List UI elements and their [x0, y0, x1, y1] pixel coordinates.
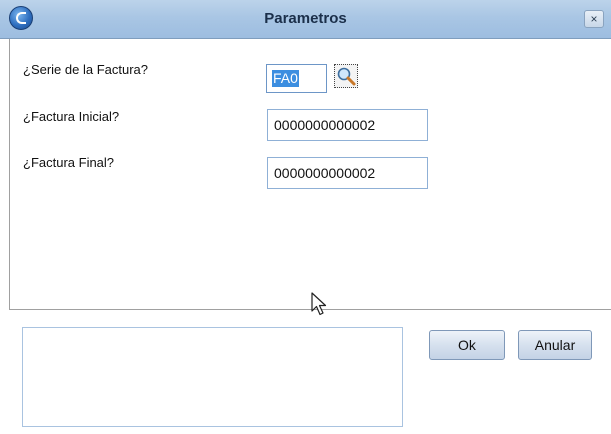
window-title: Parametros — [264, 10, 347, 27]
factura-final-label: ¿Factura Final? — [23, 155, 115, 170]
search-lookup-button[interactable] — [334, 64, 358, 88]
mouse-cursor-icon — [311, 292, 327, 316]
serie-input[interactable]: FA0 — [266, 64, 327, 93]
factura-inicial-label: ¿Factura Inicial? — [23, 109, 120, 124]
serie-input-value: FA0 — [272, 70, 299, 87]
close-icon[interactable]: × — [584, 10, 604, 28]
factura-inicial-input[interactable]: 0000000000002 — [267, 109, 428, 141]
parametros-dialog: Parametros × ¿Serie de la Factura? FA0 ¿… — [0, 0, 611, 434]
serie-label: ¿Serie de la Factura? — [23, 62, 149, 77]
cancel-button[interactable]: Anular — [518, 330, 592, 360]
ok-button[interactable]: Ok — [429, 330, 505, 360]
title-bar[interactable]: Parametros × — [0, 0, 611, 39]
factura-final-input[interactable]: 0000000000002 — [267, 157, 428, 189]
magnifier-icon — [337, 67, 356, 86]
info-textarea[interactable] — [22, 327, 403, 427]
